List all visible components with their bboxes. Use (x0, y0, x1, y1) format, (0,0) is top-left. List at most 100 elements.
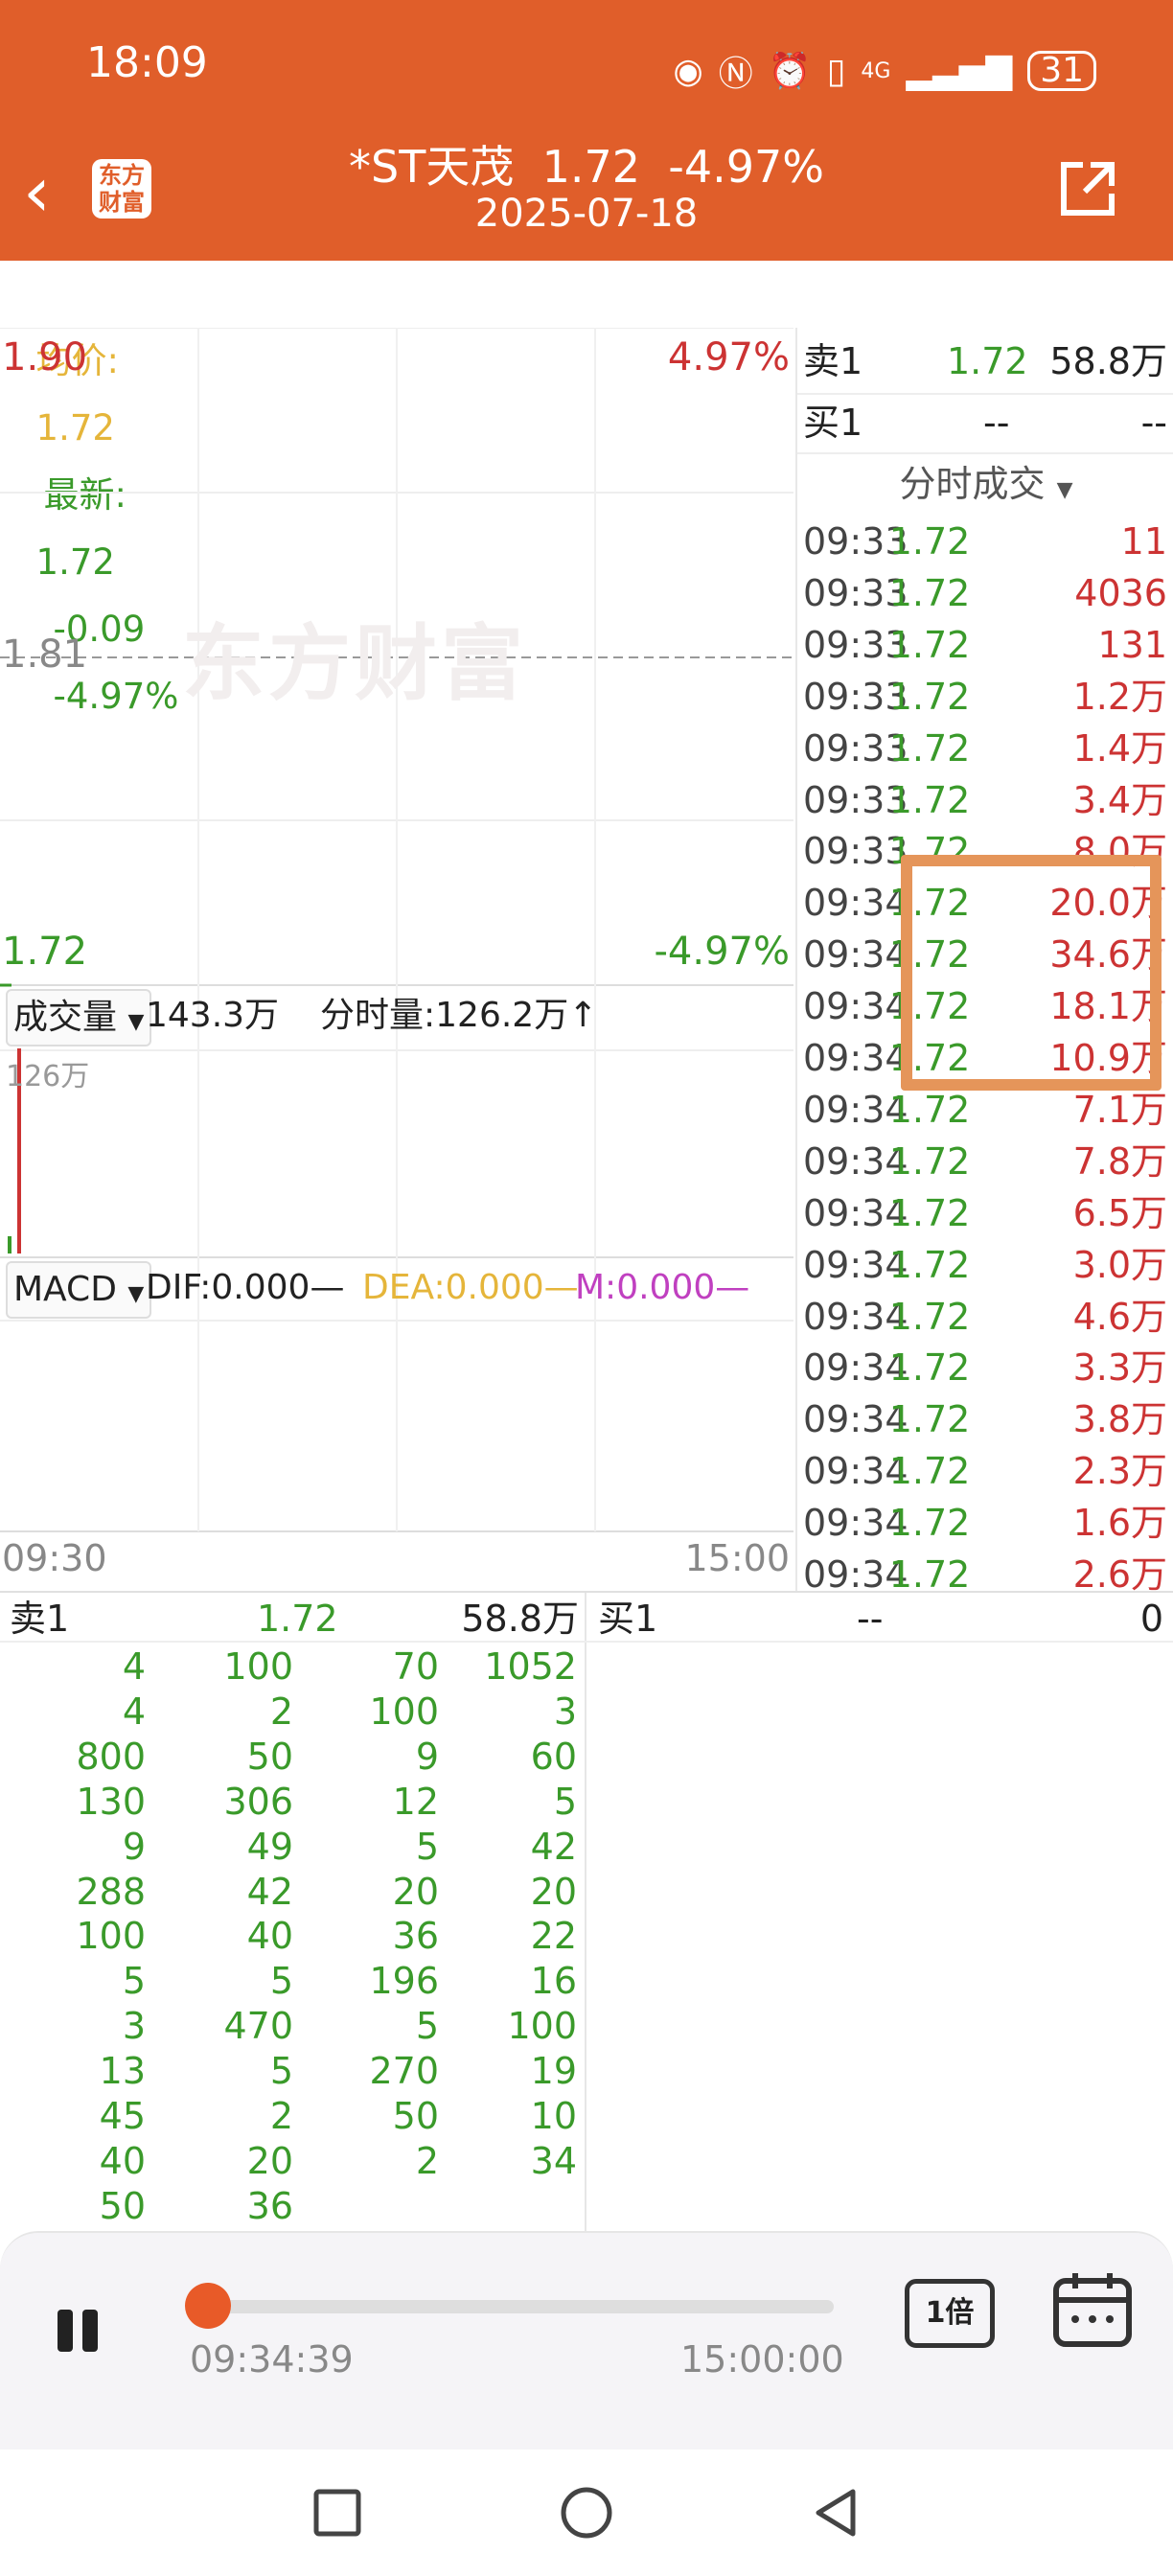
volume-selector-label: 成交量 (13, 998, 118, 1037)
trade-panel: 卖1 1.72 58.8万 买1 -- -- 分时成交 ▼ 09:33 1.72 1… (795, 328, 1173, 1596)
dropdown-icon: ▼ (1056, 478, 1073, 502)
trade-volume: 20.0万 (1049, 882, 1167, 925)
alarm-icon: ⏰ (768, 52, 812, 91)
nfc-icon: Ⓝ (718, 55, 753, 94)
status-time: 18:09 (86, 38, 208, 87)
price-summary-bar: 均价: 1.72 最新: 1.72 -0.09 -4.97% (0, 261, 1173, 717)
trade-price: 1.72 (888, 1502, 971, 1545)
trade-volume: 4036 (1074, 571, 1167, 614)
queue-cell: 5 (415, 2005, 439, 2048)
trade-row: 09:34 1.72 7.8万 (803, 1136, 1171, 1187)
trade-row: 09:34 1.72 20.0万 (803, 877, 1171, 929)
trade-price: 1.72 (888, 726, 971, 770)
queue-cell: 4 (122, 1690, 146, 1733)
network-label: 4G (861, 58, 891, 83)
trade-volume: 131 (1097, 623, 1167, 666)
orderbook-buy-label: 买1 (803, 402, 863, 444)
queue-cell: 800 (76, 1735, 146, 1778)
queue-buy-header: 买1 -- 0 (586, 1597, 1173, 1641)
queue-buy-price: -- (857, 1598, 884, 1640)
queue-cell: 16 (530, 1960, 577, 2003)
pause-icon[interactable] (52, 2304, 109, 2361)
current-time: 09:34:39 (190, 2338, 354, 2380)
trade-row: 09:34 1.72 3.8万 (803, 1393, 1171, 1445)
volume-total: 143.3万 (146, 996, 280, 1035)
queue-cell: 2 (269, 2095, 293, 2137)
trade-volume: 3.0万 (1072, 1243, 1167, 1286)
system-nav-bar (0, 2450, 1173, 2576)
trade-volume: 1.4万 (1072, 726, 1167, 770)
queue-cell: 100 (507, 2005, 577, 2048)
speed-button[interactable]: 1倍 (905, 2279, 995, 2348)
price-high-label: 1.90 (2, 335, 88, 380)
queue-cell: 42 (246, 1870, 293, 1913)
back-nav-icon[interactable] (807, 2484, 864, 2542)
queue-cell: 100 (369, 1690, 439, 1733)
trade-price: 1.72 (888, 1037, 971, 1079)
macd-selector[interactable]: MACD ▼ (6, 1261, 152, 1319)
trade-volume: 11 (1120, 520, 1167, 563)
queue-cell: 1052 (484, 1645, 577, 1688)
price-low-label: 1.72 (2, 930, 88, 974)
queue-cell: 3 (553, 1690, 577, 1733)
tick-trades-title: 分时成交 (899, 463, 1046, 505)
trade-price: 1.72 (888, 1295, 971, 1338)
tick-volume: 分时量:126.2万↑ (320, 996, 598, 1035)
trade-price: 1.72 (888, 1398, 971, 1441)
trade-row: 09:34 1.72 7.1万 (803, 1084, 1171, 1136)
trade-row: 09:33 1.72 4036 (803, 567, 1171, 619)
orderbook-sell-label: 卖1 (803, 340, 863, 382)
trade-volume: 3.8万 (1072, 1398, 1167, 1441)
home-icon[interactable] (558, 2484, 615, 2542)
trade-row: 09:34 1.72 6.5万 (803, 1187, 1171, 1239)
calendar-icon[interactable] (1052, 2271, 1133, 2348)
eye-icon: ◉ (673, 51, 703, 91)
order-queue-panel: 卖1 1.72 58.8万 买1 -- 0 4 100 70 1052 4 2 100 3 80… (0, 1591, 1173, 2233)
trade-price: 1.72 (888, 1346, 971, 1390)
trade-volume: 3.4万 (1072, 778, 1167, 821)
dropdown-icon: ▼ (127, 1010, 145, 1034)
trade-price: 1.72 (888, 675, 971, 718)
replay-player: 09:34:39 15:00:00 1倍 (0, 2231, 1173, 2451)
queue-cell: 270 (369, 2050, 439, 2093)
status-icons: ◉ Ⓝ ⏰ ▯ 4G ▂▃▅▇ 31 (673, 46, 1096, 96)
vibrate-icon: ▯ (826, 51, 846, 91)
queue-cell: 10 (530, 2095, 577, 2137)
progress-thumb[interactable] (184, 2283, 231, 2329)
trade-row: 09:33 1.72 1.4万 (803, 723, 1171, 774)
time-start-label: 09:30 (2, 1537, 107, 1579)
trade-volume: 7.1万 (1072, 1088, 1167, 1131)
queue-cell: 20 (392, 1870, 439, 1913)
progress-track[interactable] (192, 2300, 834, 2313)
trade-row: 09:34 1.72 3.0万 (803, 1239, 1171, 1291)
queue-cell: 470 (223, 2005, 293, 2048)
orderbook-sell-price: 1.72 (947, 340, 1028, 382)
queue-cell: 34 (530, 2139, 577, 2182)
tick-trades-selector[interactable]: 分时成交 ▼ (797, 454, 1173, 507)
queue-cell: 49 (246, 1825, 293, 1868)
trade-row: 09:33 1.72 11 (803, 516, 1171, 567)
trade-price: 1.72 (888, 1088, 971, 1131)
queue-cell: 288 (76, 1870, 146, 1913)
queue-cell: 306 (223, 1780, 293, 1823)
queue-cell: 40 (246, 1915, 293, 1958)
trade-volume: 18.1万 (1049, 985, 1167, 1028)
trade-row: 09:34 1.72 34.6万 (803, 929, 1171, 980)
trade-volume: 1.6万 (1072, 1502, 1167, 1545)
trade-volume: 3.3万 (1072, 1346, 1167, 1390)
trade-row: 09:34 1.72 10.9万 (803, 1032, 1171, 1084)
orderbook-buy-vol: -- (1140, 402, 1167, 444)
app-header: 18:09 ◉ Ⓝ ⏰ ▯ 4G ▂▃▅▇ 31 ‹ 东方 财富 *ST天茂 1… (0, 0, 1173, 261)
recents-icon[interactable] (309, 2484, 366, 2542)
queue-cell: 4 (122, 1645, 146, 1688)
trade-row: 09:33 1.72 8.0万 (803, 825, 1171, 877)
price-mid-label: 1.81 (2, 632, 88, 677)
queue-cell: 5 (553, 1780, 577, 1823)
intraday-chart[interactable]: 东方财富 1.90 4.97% 1.81 1.72 -4.97% 成交量 ▼ 1… (0, 328, 794, 1591)
queue-cell: 19 (530, 2050, 577, 2093)
share-icon[interactable] (1056, 157, 1119, 220)
trade-row: 09:34 1.72 3.3万 (803, 1342, 1171, 1393)
volume-selector[interactable]: 成交量 ▼ (6, 989, 152, 1046)
queue-cell: 40 (99, 2139, 146, 2182)
trade-volume: 6.5万 (1072, 1191, 1167, 1234)
